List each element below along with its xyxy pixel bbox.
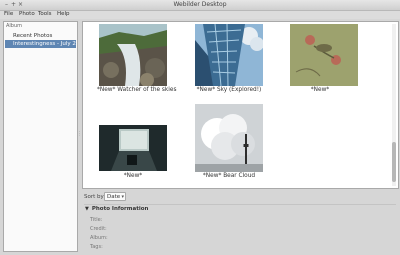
chevron-down-icon: ▾	[121, 194, 124, 200]
sort-select[interactable]: Date ▾	[104, 192, 126, 201]
photo-grid: *New* Watcher of the skies *New* Sky (Ex…	[82, 21, 399, 189]
photo-thumbnail[interactable]	[99, 24, 167, 86]
info-field-album: Album:	[90, 235, 108, 241]
sidebar-item-interestingness[interactable]: Interestingness - July 2010	[5, 40, 76, 48]
photo-thumbnail[interactable]	[195, 24, 263, 86]
sort-label: Sort by:	[84, 194, 106, 200]
menu-file[interactable]: File	[4, 11, 13, 17]
photo-thumbnail[interactable]	[195, 104, 263, 172]
divider	[84, 204, 396, 205]
vertical-scrollbar[interactable]	[392, 24, 396, 186]
menu-tools[interactable]: Tools	[38, 11, 52, 17]
photo-thumbnail[interactable]	[99, 125, 167, 171]
photo-item[interactable]: *New*	[283, 22, 358, 97]
photo-item[interactable]: *New*	[97, 125, 169, 181]
menu-photo[interactable]: Photo	[19, 11, 35, 17]
photo-thumbnail[interactable]	[290, 24, 358, 86]
photo-caption: *New*	[123, 173, 143, 179]
title-bar: – + × Webilder Desktop	[0, 0, 400, 11]
expander-arrow-icon: ▼	[85, 206, 89, 212]
info-field-credit: Credit:	[90, 226, 107, 232]
window-title: Webilder Desktop	[173, 1, 227, 8]
photo-info-header[interactable]: ▼ Photo Information	[85, 206, 148, 212]
menu-help[interactable]: Help	[57, 11, 70, 17]
photo-caption: *New* Sky (Explored!)	[196, 87, 262, 93]
info-field-title: Title:	[90, 217, 103, 223]
photo-item[interactable]: *New* Watcher of the skies	[97, 22, 177, 97]
album-sidebar: Album Recent Photos Interestingness - Ju…	[3, 21, 78, 252]
photo-caption: *New* Watcher of the skies	[97, 87, 177, 93]
info-field-tags: Tags:	[90, 244, 103, 250]
sidebar-header: Album	[6, 23, 23, 29]
photo-caption: *New* Bear Cloud	[202, 173, 256, 179]
photo-item[interactable]: *New* Bear Cloud	[191, 102, 267, 181]
sidebar-item-recent-photos[interactable]: Recent Photos	[5, 32, 76, 40]
sort-value: Date	[107, 194, 121, 200]
pane-splitter[interactable]: ⋮	[76, 21, 82, 250]
photo-info-title: Photo Information	[91, 206, 149, 212]
menu-bar: File Photo Tools Help	[0, 11, 400, 19]
scrollbar-thumb[interactable]	[392, 142, 396, 182]
photo-item[interactable]: *New* Sky (Explored!)	[191, 22, 267, 97]
photo-caption: *New*	[310, 87, 330, 93]
